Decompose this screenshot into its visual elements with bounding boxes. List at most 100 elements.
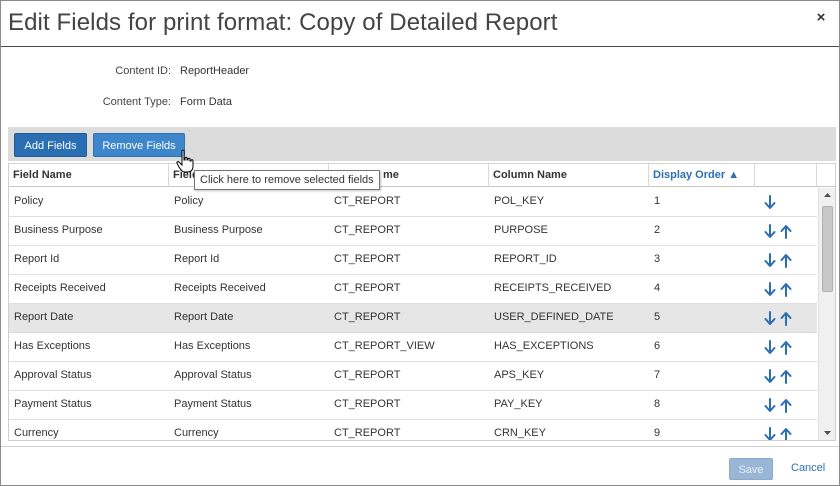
cell-table-name: CT_REPORT xyxy=(334,427,401,439)
table-row[interactable]: Receipts Received Receipts Received CT_REP… xyxy=(9,275,817,304)
table-row[interactable]: Approval Status Approval Status CT_REPORT A… xyxy=(9,362,817,391)
cell-field-name: Report Date xyxy=(14,311,74,323)
content-type-label: Content Type: xyxy=(102,96,171,108)
dialog-title: Edit Fields for print format: Copy of De… xyxy=(8,9,558,36)
arrow-up-icon[interactable] xyxy=(780,311,792,326)
title-divider xyxy=(1,46,839,47)
table-row[interactable]: Payment Status Payment Status CT_REPORT PAY… xyxy=(9,391,817,420)
cell-display-order: 3 xyxy=(654,253,661,265)
table-header: Field Name Field me Column Name Display … xyxy=(9,164,835,187)
cell-display-order: 7 xyxy=(654,369,661,381)
hand-pointer-icon xyxy=(176,149,194,173)
column-header-reorder xyxy=(755,164,817,187)
reorder-controls xyxy=(761,427,797,440)
column-header-field-name[interactable]: Field Name xyxy=(9,164,169,187)
arrow-up-icon[interactable] xyxy=(780,340,792,355)
arrow-down-icon[interactable] xyxy=(764,398,776,413)
cell-table-name: CT_REPORT xyxy=(334,282,401,294)
remove-fields-tooltip: Click here to remove selected fields xyxy=(194,170,380,190)
cancel-link[interactable]: Cancel xyxy=(791,462,825,474)
cell-column-name: PURPOSE xyxy=(494,224,548,236)
cell-field-name: Report Id xyxy=(14,253,60,265)
table-row[interactable]: Currency Currency CT_REPORT CRN_KEY 9 xyxy=(9,420,817,440)
arrow-down-icon[interactable] xyxy=(764,427,776,440)
edit-fields-dialog: Edit Fields for print format: Copy of De… xyxy=(0,0,840,486)
fields-toolbar: Add Fields Remove Fields xyxy=(8,127,836,161)
fields-table: Field Name Field me Column Name Display … xyxy=(8,163,836,441)
arrow-up-icon[interactable] xyxy=(780,398,792,413)
cell-display-order: 2 xyxy=(654,224,661,236)
content-type-value: Form Data xyxy=(180,96,232,108)
cell-field-label: Policy xyxy=(174,195,204,207)
cell-display-order: 1 xyxy=(654,195,661,207)
cell-field-name: Policy xyxy=(14,195,44,207)
cell-field-name: Business Purpose xyxy=(14,224,103,236)
reorder-controls xyxy=(761,369,797,385)
cell-field-name: Currency xyxy=(14,427,59,439)
cell-field-label: Report Id xyxy=(174,253,220,265)
cell-field-name: Receipts Received xyxy=(14,282,106,294)
cell-column-name: CRN_KEY xyxy=(494,427,546,439)
reorder-controls xyxy=(761,311,797,327)
cell-field-label: Currency xyxy=(174,427,219,439)
table-row[interactable]: Policy Policy CT_REPORT POL_KEY 1 xyxy=(9,188,817,217)
cell-field-name: Has Exceptions xyxy=(14,340,91,352)
cell-column-name: POL_KEY xyxy=(494,195,545,207)
reorder-controls xyxy=(761,253,797,269)
footer-divider xyxy=(1,446,839,447)
scroll-up-icon[interactable] xyxy=(819,188,836,202)
arrow-down-icon[interactable] xyxy=(764,253,776,268)
arrow-up-icon[interactable] xyxy=(780,369,792,384)
cell-field-name: Approval Status xyxy=(14,369,92,381)
table-row[interactable]: Business Purpose Business Purpose CT_REPOR… xyxy=(9,217,817,246)
cell-table-name: CT_REPORT xyxy=(334,253,401,265)
cell-table-name: CT_REPORT xyxy=(334,369,401,381)
scroll-down-icon[interactable] xyxy=(819,426,836,440)
arrow-down-icon[interactable] xyxy=(764,340,776,355)
table-row[interactable]: Report Id Report Id CT_REPORT REPORT_ID 3 xyxy=(9,246,817,275)
cell-table-name: CT_REPORT xyxy=(334,195,401,207)
cell-field-label: Business Purpose xyxy=(174,224,263,236)
cell-display-order: 8 xyxy=(654,398,661,410)
cell-column-name: HAS_EXCEPTIONS xyxy=(494,340,594,352)
table-row[interactable]: Has Exceptions Has Exceptions CT_REPORT_VI… xyxy=(9,333,817,362)
arrow-down-icon[interactable] xyxy=(764,311,776,326)
reorder-controls xyxy=(761,195,797,211)
column-header-display-order[interactable]: Display Order ▲ xyxy=(649,164,755,187)
arrow-up-icon[interactable] xyxy=(780,282,792,297)
reorder-controls xyxy=(761,340,797,356)
cell-display-order: 9 xyxy=(654,427,661,439)
arrow-down-icon[interactable] xyxy=(764,195,776,210)
remove-fields-button[interactable]: Remove Fields xyxy=(93,133,185,157)
reorder-controls xyxy=(761,224,797,240)
table-row[interactable]: Report Date Report Date CT_REPORT USER_DEFI… xyxy=(9,304,817,333)
arrow-up-icon[interactable] xyxy=(780,224,792,239)
content-id-label: Content ID: xyxy=(115,65,171,77)
arrow-up-icon[interactable] xyxy=(780,427,792,440)
cell-table-name: CT_REPORT xyxy=(334,398,401,410)
cell-table-name: CT_REPORT_VIEW xyxy=(334,340,435,352)
content-id-value: ReportHeader xyxy=(180,65,250,77)
column-header-column-name[interactable]: Column Name xyxy=(489,164,649,187)
add-fields-button[interactable]: Add Fields xyxy=(14,133,87,157)
cell-display-order: 6 xyxy=(654,340,661,352)
reorder-controls xyxy=(761,398,797,414)
arrow-down-icon[interactable] xyxy=(764,224,776,239)
arrow-down-icon[interactable] xyxy=(764,282,776,297)
scroll-thumb[interactable] xyxy=(822,206,833,292)
cell-field-label: Approval Status xyxy=(174,369,252,381)
vertical-scrollbar[interactable] xyxy=(818,188,835,440)
cell-display-order: 4 xyxy=(654,282,661,294)
close-icon[interactable]: × xyxy=(813,10,829,26)
cell-column-name: APS_KEY xyxy=(494,369,545,381)
cell-field-label: Payment Status xyxy=(174,398,252,410)
cell-column-name: PAY_KEY xyxy=(494,398,543,410)
arrow-down-icon[interactable] xyxy=(764,369,776,384)
cell-display-order: 5 xyxy=(654,311,661,323)
cell-table-name: CT_REPORT xyxy=(334,311,401,323)
table-body: Policy Policy CT_REPORT POL_KEY 1 Business Pu… xyxy=(9,188,817,440)
cell-column-name: USER_DEFINED_DATE xyxy=(494,311,614,323)
arrow-up-icon[interactable] xyxy=(780,253,792,268)
cell-field-label: Report Date xyxy=(174,311,234,323)
save-button[interactable]: Save xyxy=(729,458,773,480)
